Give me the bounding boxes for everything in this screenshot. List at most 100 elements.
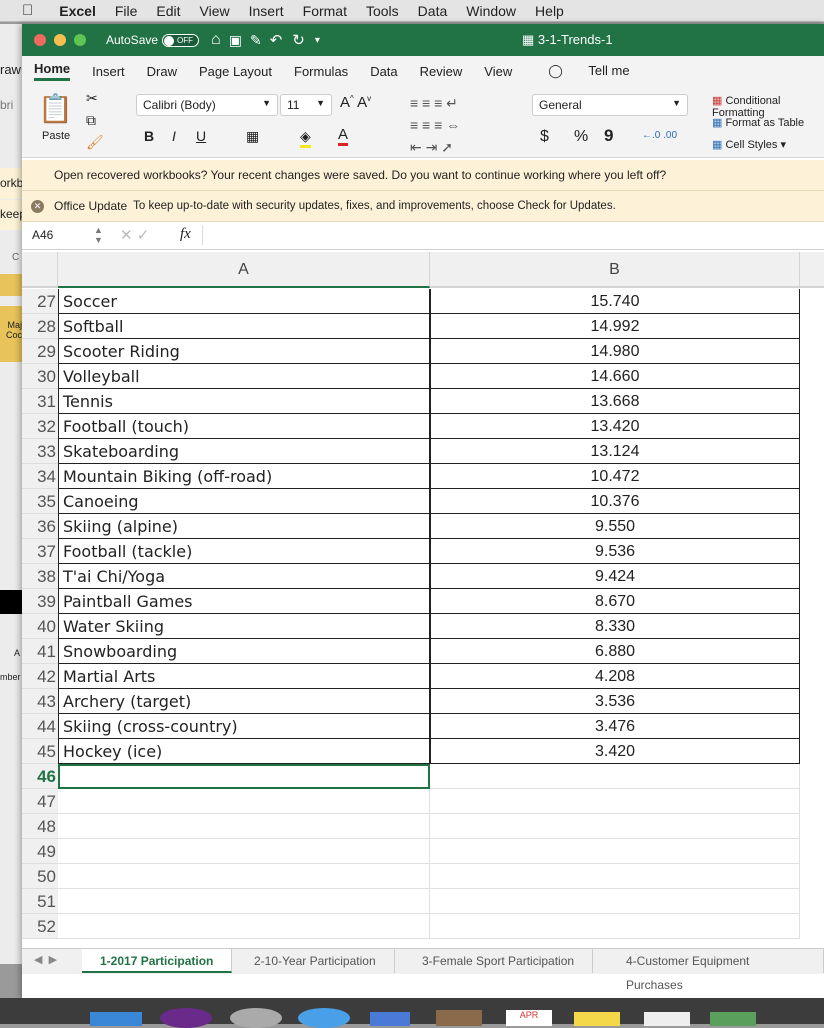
cell-styles-button[interactable]: ▦ Cell Styles ▾: [712, 138, 786, 151]
redo-icon[interactable]: ↻: [292, 31, 305, 49]
undo-icon[interactable]: ↶: [270, 31, 283, 49]
cell-b[interactable]: 9.424: [430, 564, 800, 589]
minimize-button[interactable]: [54, 34, 66, 46]
row-header[interactable]: 38: [22, 564, 58, 589]
bold-button[interactable]: B: [144, 128, 154, 144]
row-header[interactable]: 33: [22, 439, 58, 464]
menu-insert[interactable]: Insert: [249, 3, 284, 19]
row-header[interactable]: 43: [22, 689, 58, 714]
alignment-icons[interactable]: ≡ ≡ ≡ ↵ ≡ ≡ ≡ ⇔ ⇤ ⇥ ➚: [410, 92, 460, 158]
increase-font-icon[interactable]: A^ Av: [340, 94, 371, 111]
cell-a[interactable]: Archery (target): [58, 689, 430, 714]
row-header[interactable]: 41: [22, 639, 58, 664]
cell-b[interactable]: 14.980: [430, 339, 800, 364]
row-header[interactable]: 46: [22, 764, 58, 789]
row-header[interactable]: 32: [22, 414, 58, 439]
cancel-icon[interactable]: ✕ ✓: [120, 226, 149, 244]
cell-b[interactable]: 14.992: [430, 314, 800, 339]
cell-b[interactable]: [430, 764, 800, 789]
cell-a[interactable]: Football (touch): [58, 414, 430, 439]
cell-b[interactable]: [430, 914, 800, 939]
row-header[interactable]: 34: [22, 464, 58, 489]
borders-icon[interactable]: ▦: [246, 128, 259, 145]
cell-a[interactable]: [58, 839, 430, 864]
cell-a[interactable]: Volleyball: [58, 364, 430, 389]
cell-a[interactable]: Soccer: [58, 289, 430, 314]
row-header[interactable]: 48: [22, 814, 58, 839]
cell-b[interactable]: 14.660: [430, 364, 800, 389]
font-size-select[interactable]: 11 ▼: [280, 94, 332, 116]
cell-a[interactable]: Hockey (ice): [58, 739, 430, 764]
cell-a[interactable]: Canoeing: [58, 489, 430, 514]
cell-a[interactable]: [58, 814, 430, 839]
save-icon[interactable]: ▣: [229, 32, 242, 49]
apple-icon[interactable]: : [22, 2, 33, 19]
tell-me[interactable]: ◯ Tell me: [526, 63, 629, 79]
cell-b[interactable]: 9.536: [430, 539, 800, 564]
cell-b[interactable]: 3.420: [430, 739, 800, 764]
sheet-tab-3[interactable]: 3-Female Sport Participation: [404, 949, 594, 973]
cell-b[interactable]: 4.208: [430, 664, 800, 689]
menu-tools[interactable]: Tools: [366, 3, 399, 19]
cell-a[interactable]: [58, 764, 430, 789]
cell-b[interactable]: 8.670: [430, 589, 800, 614]
cell-a[interactable]: [58, 914, 430, 939]
cell-a[interactable]: Skateboarding: [58, 439, 430, 464]
cell-b[interactable]: 15.740: [430, 289, 800, 314]
cell-a[interactable]: Softball: [58, 314, 430, 339]
fx-button[interactable]: fx: [180, 226, 191, 243]
tab-view[interactable]: View: [484, 64, 512, 79]
menu-window[interactable]: Window: [466, 3, 516, 19]
menu-view[interactable]: View: [200, 3, 230, 19]
tab-data[interactable]: Data: [370, 64, 397, 79]
row-header[interactable]: 42: [22, 664, 58, 689]
cell-a[interactable]: Mountain Biking (off-road): [58, 464, 430, 489]
select-all-corner[interactable]: [22, 252, 58, 288]
row-header[interactable]: 50: [22, 864, 58, 889]
tab-formulas[interactable]: Formulas: [294, 64, 348, 79]
menu-edit[interactable]: Edit: [156, 3, 180, 19]
zoom-button[interactable]: [74, 34, 86, 46]
cell-b[interactable]: 13.668: [430, 389, 800, 414]
paste-button[interactable]: Paste: [42, 130, 70, 142]
cell-b[interactable]: 3.476: [430, 714, 800, 739]
menu-data[interactable]: Data: [418, 3, 448, 19]
row-header[interactable]: 39: [22, 589, 58, 614]
sheet-tab-4[interactable]: 4-Customer Equipment Purchases: [608, 949, 824, 992]
row-header[interactable]: 28: [22, 314, 58, 339]
cell-a[interactable]: T'ai Chi/Yoga: [58, 564, 430, 589]
autosave-toggle[interactable]: OFF: [162, 33, 200, 47]
cell-b[interactable]: 8.330: [430, 614, 800, 639]
cell-b[interactable]: [430, 889, 800, 914]
cell-a[interactable]: Skiing (alpine): [58, 514, 430, 539]
row-header[interactable]: 40: [22, 614, 58, 639]
customize-icon[interactable]: ▾: [315, 35, 320, 46]
comma-button[interactable]: 9: [604, 126, 613, 146]
cell-b[interactable]: 10.376: [430, 489, 800, 514]
cell-a[interactable]: Scooter Riding: [58, 339, 430, 364]
row-header[interactable]: 45: [22, 739, 58, 764]
percent-button[interactable]: %: [574, 128, 588, 146]
tab-home[interactable]: Home: [34, 61, 71, 81]
cell-a[interactable]: Water Skiing: [58, 614, 430, 639]
cell-a[interactable]: Football (tackle): [58, 539, 430, 564]
row-header[interactable]: 29: [22, 339, 58, 364]
dock-app-icon[interactable]: [230, 1008, 282, 1028]
recovered-text[interactable]: Open recovered workbooks? Your recent ch…: [54, 168, 666, 182]
cell-a[interactable]: Snowboarding: [58, 639, 430, 664]
cell-a[interactable]: [58, 789, 430, 814]
column-header-c[interactable]: [800, 252, 824, 288]
cell-a[interactable]: [58, 889, 430, 914]
cell-a[interactable]: [58, 864, 430, 889]
font-name-select[interactable]: Calibri (Body) ▼: [136, 94, 278, 116]
copy-icon[interactable]: ⧉: [86, 112, 96, 129]
formula-input[interactable]: [212, 228, 812, 246]
column-header-a[interactable]: A: [58, 252, 430, 288]
underline-button[interactable]: U: [196, 128, 206, 144]
column-header-b[interactable]: B: [430, 252, 800, 288]
cell-b[interactable]: [430, 839, 800, 864]
row-header[interactable]: 47: [22, 789, 58, 814]
row-header[interactable]: 27: [22, 289, 58, 314]
cell-b[interactable]: 9.550: [430, 514, 800, 539]
row-header[interactable]: 51: [22, 889, 58, 914]
